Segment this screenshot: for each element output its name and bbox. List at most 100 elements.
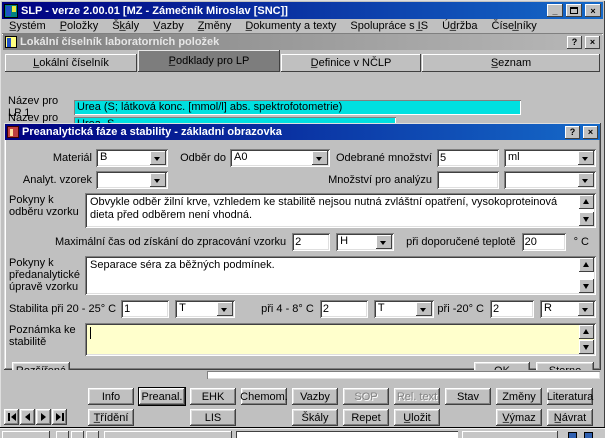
sop-button: SOP bbox=[343, 388, 389, 405]
stabilita-4-8-label: při 4 - 8° C bbox=[261, 303, 314, 315]
odebrane-unit-dropdown-icon[interactable] bbox=[578, 151, 594, 165]
max-cas-unit-value: H bbox=[336, 233, 376, 251]
menu-system[interactable]: S̲ystém bbox=[2, 19, 53, 34]
mnozstvi-unit-combobox[interactable] bbox=[504, 171, 596, 189]
previous-record-icon bbox=[25, 413, 30, 421]
quicklaunch-icon[interactable] bbox=[56, 431, 69, 438]
tab-lokalni-ciselnik[interactable]: L̲okální číselník bbox=[5, 54, 137, 72]
odebrane-mnozstvi-input[interactable] bbox=[437, 149, 499, 167]
first-record-button[interactable] bbox=[4, 409, 19, 425]
preanal-button[interactable]: Preanal. bbox=[139, 388, 185, 405]
ok-button[interactable]: O̲K bbox=[474, 362, 530, 370]
scroll-down-icon[interactable] bbox=[579, 340, 594, 354]
zmeny-button[interactable]: Změny bbox=[496, 388, 542, 405]
menu-dokumenty[interactable]: D̲okumenty a texty bbox=[238, 19, 343, 34]
menu-ciselniky[interactable]: Čísel̲níky bbox=[485, 19, 544, 34]
previous-record-button[interactable] bbox=[20, 409, 35, 425]
mnozstvi-pro-analyzu-input[interactable] bbox=[437, 171, 499, 189]
pokyny-odberu-row: Pokyny k odběru vzorku Obvykle odběr žil… bbox=[9, 193, 596, 228]
help-button[interactable]: ? bbox=[567, 36, 582, 49]
analyt-vzorek-dropdown-icon[interactable] bbox=[150, 173, 166, 187]
poznamka-textarea[interactable] bbox=[85, 323, 596, 356]
minimize-button[interactable]: _ bbox=[547, 4, 563, 17]
active-task-button[interactable] bbox=[236, 431, 458, 438]
scroll-up-icon[interactable] bbox=[579, 325, 594, 339]
stabilita-minus20-dropdown-icon[interactable] bbox=[578, 302, 594, 316]
menu-udrzba[interactable]: Úd̲ržba bbox=[435, 19, 484, 34]
teplota-input[interactable] bbox=[522, 233, 566, 251]
scroll-up-icon[interactable] bbox=[579, 258, 594, 272]
horizontal-scrollbar[interactable] bbox=[207, 371, 600, 379]
dialog-help-button[interactable]: ? bbox=[565, 126, 580, 139]
stabilita-20-25-unit-combobox[interactable]: T bbox=[175, 300, 235, 318]
start-button[interactable] bbox=[2, 431, 50, 438]
menu-skaly[interactable]: Šk̲ály bbox=[105, 19, 146, 34]
menu-zmeny[interactable]: Z̲měny bbox=[191, 19, 239, 34]
odber-do-dropdown-icon[interactable] bbox=[312, 151, 328, 165]
stabilita-20-25-dropdown-icon[interactable] bbox=[217, 302, 233, 316]
close-button[interactable]: × bbox=[585, 4, 601, 17]
dialog-body: Materiál B Odběr do A0 Odebrané množství… bbox=[4, 141, 601, 370]
tray-icon[interactable] bbox=[584, 432, 593, 438]
ehk-button[interactable]: EHK bbox=[190, 388, 236, 405]
material-combobox[interactable]: B bbox=[96, 149, 168, 167]
ulozit-button[interactable]: U̲ložit bbox=[394, 409, 440, 426]
info-button[interactable]: Info bbox=[88, 388, 134, 405]
stabilita-20-25-input[interactable] bbox=[121, 300, 169, 318]
material-label: Materiál bbox=[9, 152, 92, 164]
tray-icon[interactable] bbox=[568, 432, 577, 438]
max-cas-input[interactable] bbox=[292, 233, 330, 251]
stabilita-4-8-unit-combobox[interactable]: T bbox=[374, 300, 434, 318]
pokyny-odberu-textarea[interactable]: Obvykle odběr žilní krve, vzhledem ke st… bbox=[85, 193, 596, 228]
menubar: S̲ystém P̲oložky Šk̲ály V̲azby Z̲měny D̲… bbox=[2, 19, 603, 34]
menu-spoluprace[interactable]: Spolupráce s I̲S bbox=[343, 19, 435, 34]
skaly-button[interactable]: Škály bbox=[292, 409, 338, 426]
text-cursor bbox=[90, 327, 91, 339]
rozsirena-button[interactable]: R̲ozšířená bbox=[12, 362, 70, 370]
literatura-button[interactable]: Literatura bbox=[547, 388, 593, 405]
menu-vazby[interactable]: V̲azby bbox=[146, 19, 191, 34]
analyt-vzorek-combobox[interactable] bbox=[96, 171, 168, 189]
material-dropdown-icon[interactable] bbox=[150, 151, 166, 165]
mnozstvi-unit-dropdown-icon[interactable] bbox=[578, 173, 594, 187]
task-button[interactable] bbox=[104, 431, 232, 438]
chemom-button[interactable]: Chemom. bbox=[241, 388, 287, 405]
last-record-button[interactable] bbox=[52, 409, 67, 425]
poznamka-text bbox=[85, 323, 596, 328]
storno-button[interactable]: S̲torno bbox=[536, 362, 594, 370]
maximize-button[interactable] bbox=[566, 4, 582, 17]
local-close-button[interactable]: × bbox=[585, 36, 600, 49]
stabilita-minus20-input[interactable] bbox=[490, 300, 534, 318]
stabilita-4-8-dropdown-icon[interactable] bbox=[416, 302, 432, 316]
stabilita-20-25-unit-value: T bbox=[175, 300, 217, 318]
tab-podklady-pro-lp[interactable]: P̲odklady pro LP bbox=[138, 50, 280, 72]
max-cas-unit-combobox[interactable]: H bbox=[336, 233, 394, 251]
dialog-close-button[interactable]: × bbox=[583, 126, 598, 139]
max-cas-unit-dropdown-icon[interactable] bbox=[376, 235, 392, 249]
stabilita-4-8-input[interactable] bbox=[320, 300, 368, 318]
stabilita-minus20-unit-combobox[interactable]: R bbox=[540, 300, 596, 318]
task-button[interactable] bbox=[462, 431, 558, 438]
scroll-down-icon[interactable] bbox=[579, 212, 594, 226]
lis-button[interactable]: LIS bbox=[190, 409, 236, 426]
tab-definice-v-nclp[interactable]: D̲efinice v NČLP bbox=[281, 54, 421, 72]
pokyny-upravy-textarea[interactable]: Separace séra za běžných podmínek. bbox=[85, 256, 596, 295]
next-record-button[interactable] bbox=[36, 409, 51, 425]
vymaz-button[interactable]: V̲ýmaz bbox=[496, 409, 542, 426]
stav-button[interactable]: Stav bbox=[445, 388, 491, 405]
odebrane-unit-combobox[interactable]: ml bbox=[504, 149, 596, 167]
trideni-button[interactable]: T̲řídění bbox=[88, 409, 134, 426]
teplota-label: při doporučené teplotě bbox=[406, 236, 515, 248]
vazby-button[interactable]: Vazby bbox=[292, 388, 338, 405]
preanalytics-dialog: Preanalytická fáze a stability - základn… bbox=[4, 123, 601, 370]
quicklaunch-icon[interactable] bbox=[71, 431, 84, 438]
tab-seznam[interactable]: S̲eznam bbox=[422, 54, 600, 72]
scroll-down-icon[interactable] bbox=[579, 279, 594, 293]
odber-do-combobox[interactable]: A0 bbox=[230, 149, 330, 167]
menu-polozky[interactable]: P̲oložky bbox=[53, 19, 106, 34]
navrat-button[interactable]: N̲ávrat bbox=[547, 409, 593, 426]
scroll-up-icon[interactable] bbox=[579, 195, 594, 209]
quicklaunch-icon[interactable] bbox=[86, 431, 99, 438]
mnozstvi-pro-analyzu-label: Množství pro analýzu bbox=[316, 174, 432, 186]
repet-button[interactable]: Repet bbox=[343, 409, 389, 426]
